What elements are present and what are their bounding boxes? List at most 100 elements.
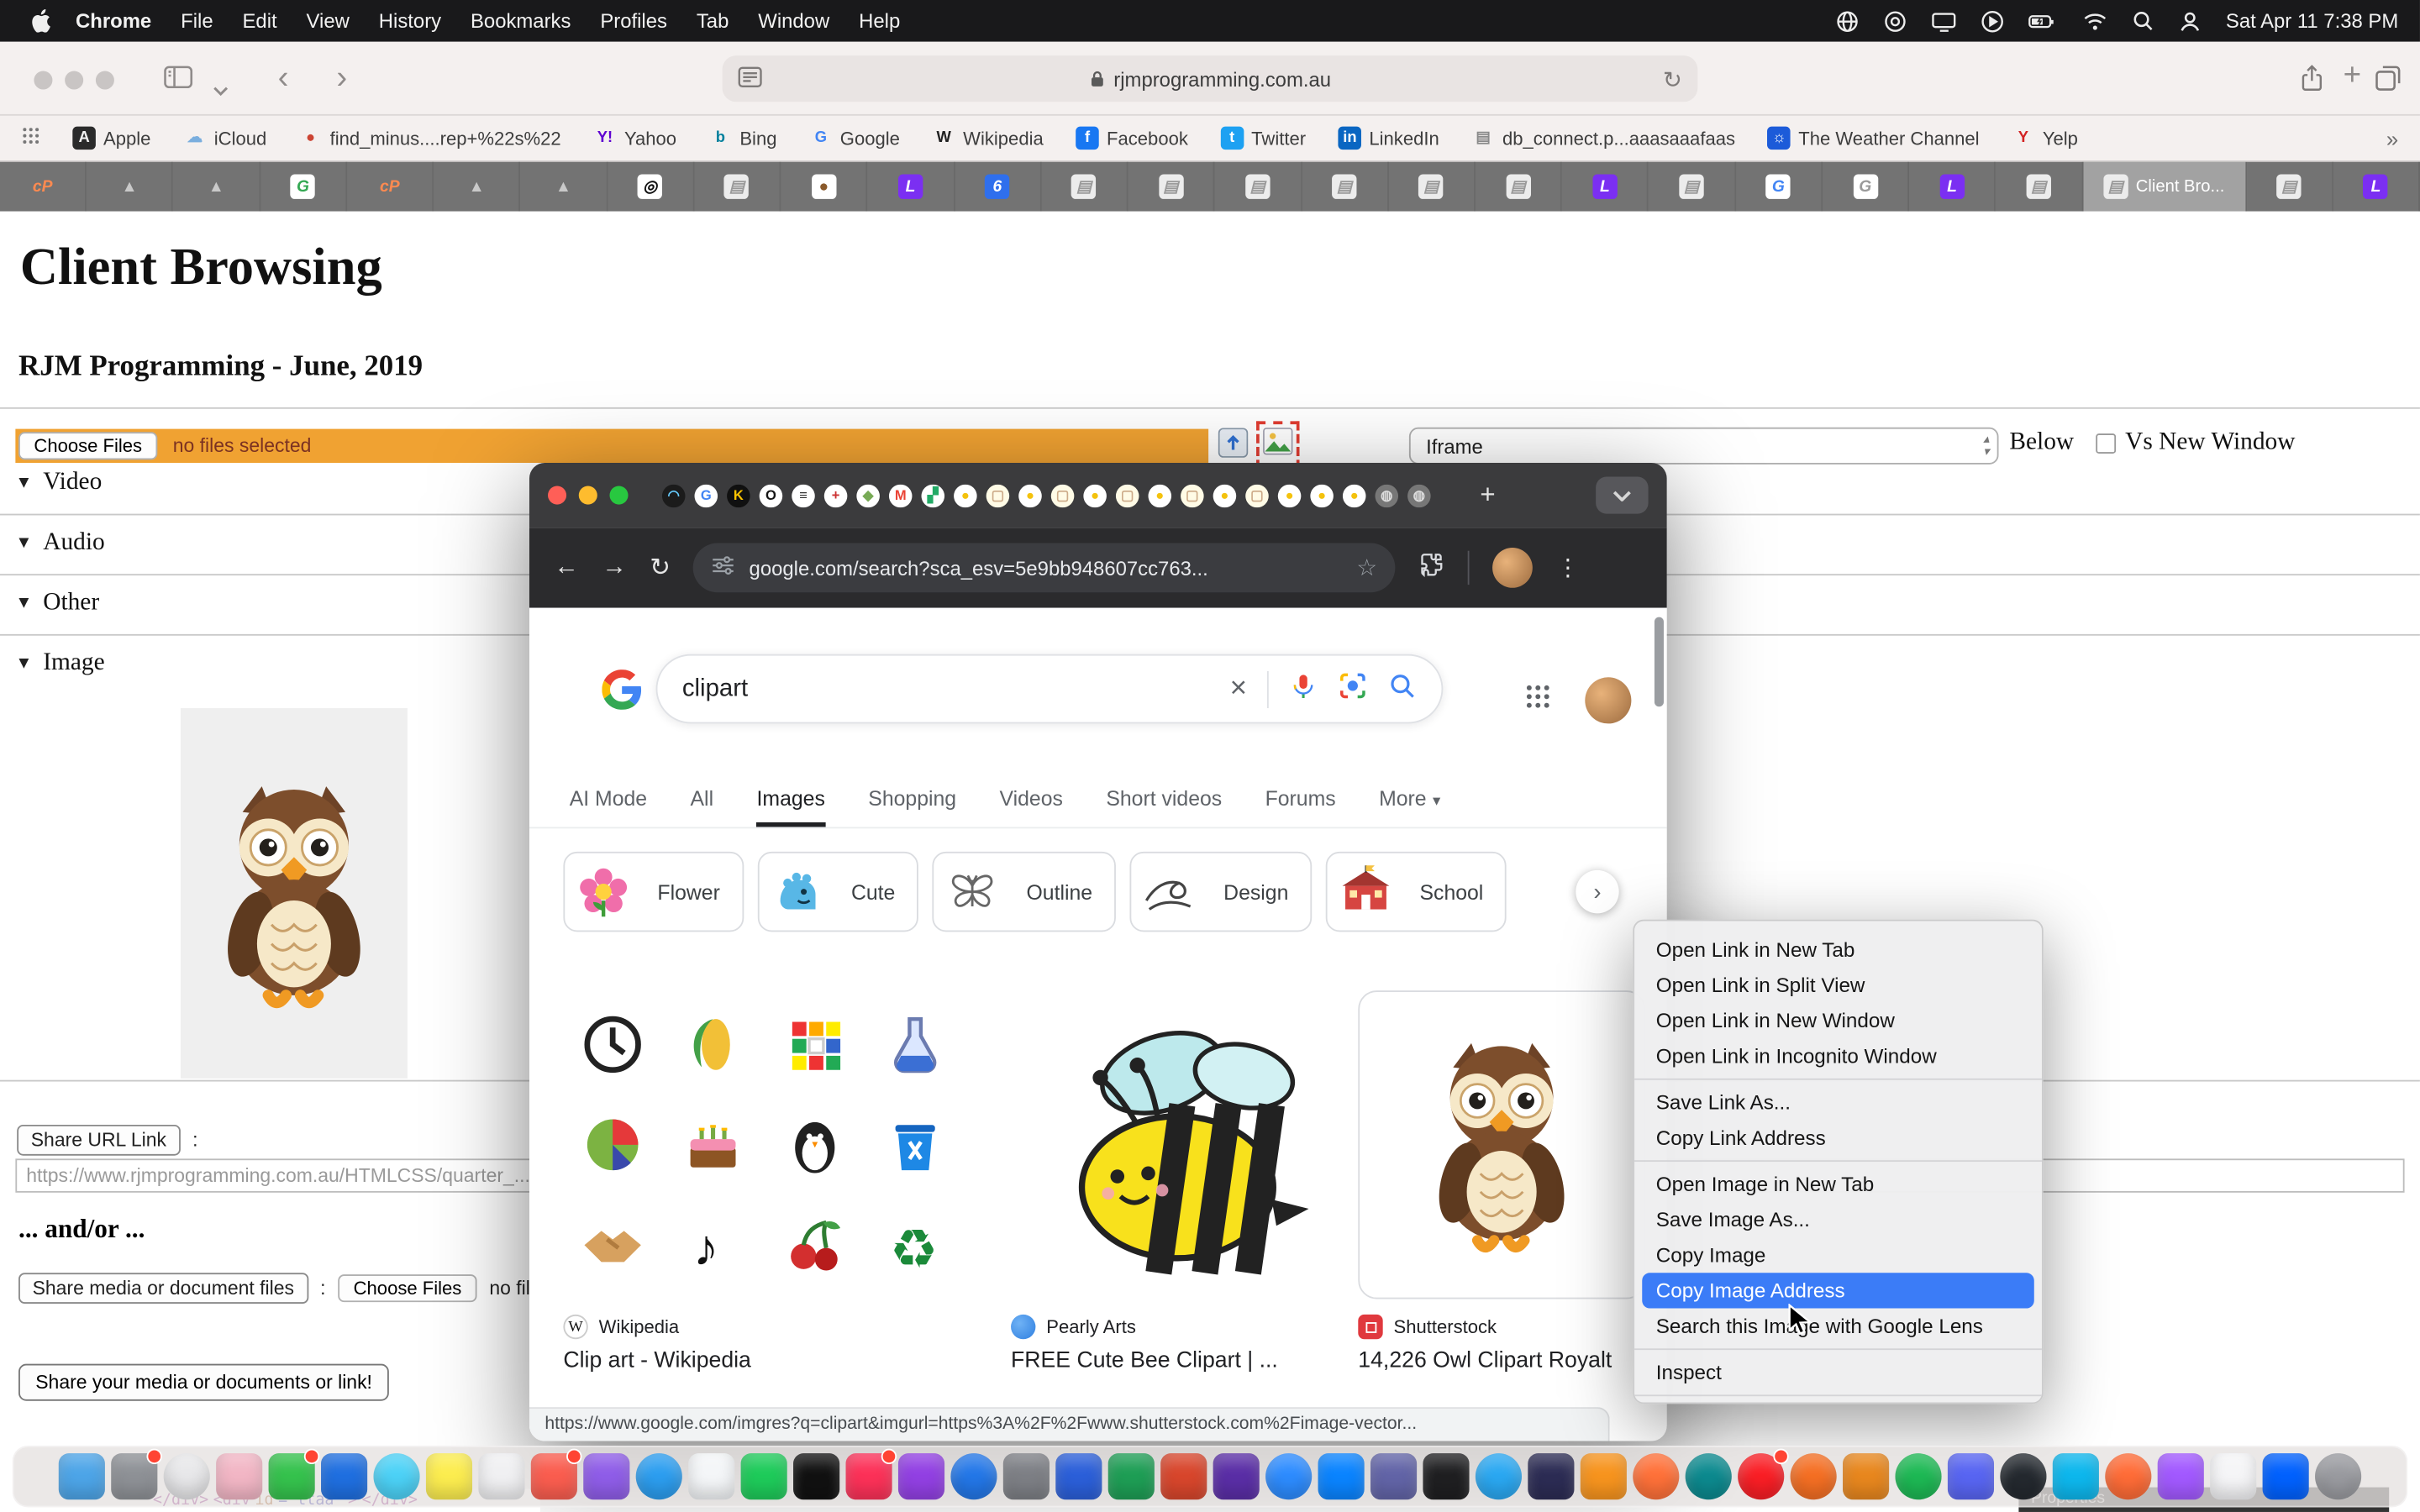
dock-app-icon[interactable] — [164, 1453, 210, 1499]
back-icon[interactable]: ‹ — [278, 63, 289, 94]
menubar-item[interactable]: View — [307, 9, 350, 33]
browser-tab[interactable]: ▤ — [1215, 162, 1302, 212]
context-menu-item[interactable]: Save Link As... — [1634, 1084, 2042, 1120]
browser-tab[interactable]: ● — [781, 162, 868, 212]
popup-tab-favicon[interactable]: ● — [1343, 484, 1366, 507]
popup-tab-favicon[interactable]: ◍ — [1407, 484, 1431, 507]
chips-scroll-chevron-icon[interactable]: › — [1576, 870, 1618, 913]
browser-tab[interactable]: ▤ — [2247, 162, 2333, 212]
browser-tab[interactable]: ▤ — [1128, 162, 1215, 212]
image-thumbnail-icon[interactable] — [1256, 421, 1299, 469]
browser-tab[interactable]: ▲ — [87, 162, 173, 212]
bookmark-item[interactable]: Y Yelp — [2012, 127, 2078, 150]
browser-tab-active[interactable]: ▤ Client Bro... — [2083, 162, 2247, 212]
search-box[interactable]: clipart × — [656, 654, 1444, 724]
browser-tab[interactable]: ▤ — [694, 162, 781, 212]
browser-tab[interactable]: L — [1562, 162, 1649, 212]
sidebar-chevron-icon[interactable] — [213, 72, 228, 103]
battery-icon[interactable] — [2028, 8, 2060, 33]
dock-app-icon[interactable] — [2210, 1453, 2256, 1499]
dock-app-icon[interactable] — [1791, 1453, 1837, 1499]
result-tab[interactable]: Images — [757, 787, 825, 827]
popup-tab-favicon[interactable]: ● — [1018, 484, 1042, 507]
popup-tab-favicon[interactable]: ▢ — [986, 484, 1010, 507]
popup-tab-favicon[interactable]: ◍ — [1375, 484, 1398, 507]
google-logo[interactable] — [602, 669, 642, 717]
browser-tab[interactable]: L — [868, 162, 955, 212]
site-settings-icon[interactable] — [712, 554, 735, 581]
chip-cute[interactable]: Cute — [757, 852, 918, 932]
section-video[interactable]: ▼Video — [15, 469, 102, 496]
choose-files-button[interactable]: Choose Files — [18, 432, 157, 459]
bookmark-item[interactable]: W Wikipedia — [932, 127, 1043, 150]
browser-tab[interactable]: L — [1909, 162, 1996, 212]
dock-app-icon[interactable] — [1528, 1453, 1574, 1499]
menubar-item[interactable]: Edit — [243, 9, 277, 33]
dock-app-icon[interactable] — [478, 1453, 524, 1499]
menubar-item[interactable]: Help — [859, 9, 900, 33]
browser-tab[interactable]: ▲ — [434, 162, 520, 212]
apple-menu[interactable] — [31, 9, 51, 33]
browser-tab[interactable]: cP — [0, 162, 87, 212]
bookmark-item[interactable]: Y! Yahoo — [593, 127, 676, 150]
popup-tab-favicon[interactable]: ▢ — [1116, 484, 1139, 507]
dock-app-icon[interactable] — [1370, 1453, 1417, 1499]
popup-tab-favicon[interactable]: ● — [954, 484, 977, 507]
result-title[interactable]: Clip art - Wikipedia — [563, 1348, 965, 1373]
dock-app-icon[interactable] — [1160, 1453, 1207, 1499]
extensions-icon[interactable] — [1419, 551, 1445, 585]
dock-app-icon[interactable] — [950, 1453, 997, 1499]
forward-icon[interactable]: › — [336, 63, 347, 94]
result-title[interactable]: FREE Cute Bee Clipart | ... — [1011, 1348, 1344, 1373]
result-card-owl[interactable]: Shutterstock 14,226 Owl Clipart Royalt — [1358, 990, 1645, 1373]
zoom-window-icon[interactable] — [609, 486, 628, 505]
context-menu-item[interactable]: Copy Image — [1634, 1237, 2042, 1273]
popup-tab-favicon[interactable]: ▢ — [1181, 484, 1204, 507]
dock-app-icon[interactable] — [688, 1453, 734, 1499]
context-menu-item[interactable]: Open Link in Split View — [1634, 968, 2042, 1003]
popup-tab-favicon[interactable]: ● — [1213, 484, 1237, 507]
search-submit-icon[interactable] — [1387, 670, 1417, 707]
bookmark-item[interactable]: A Apple — [72, 127, 150, 150]
dock-app-icon[interactable] — [898, 1453, 944, 1499]
bookmark-item[interactable]: in LinkedIn — [1339, 127, 1439, 150]
bookmarks-grid-icon[interactable] — [22, 127, 40, 150]
bookmark-star-icon[interactable]: ☆ — [1356, 554, 1377, 581]
dock-app-icon[interactable] — [2053, 1453, 2099, 1499]
result-tab[interactable]: Shopping — [868, 787, 956, 827]
dock-app-icon[interactable] — [846, 1453, 892, 1499]
new-tab-plus-icon[interactable]: + — [1480, 480, 1495, 511]
result-tab[interactable]: AI Mode — [570, 787, 647, 827]
menubar-item[interactable]: Tab — [697, 9, 729, 33]
menubar-item[interactable]: File — [181, 9, 213, 33]
bookmark-item[interactable]: G Google — [809, 127, 900, 150]
display-icon[interactable] — [1931, 8, 1957, 33]
dock-app-icon[interactable] — [1055, 1453, 1102, 1499]
dock-app-icon[interactable] — [1895, 1453, 1941, 1499]
dock-app-icon[interactable] — [1843, 1453, 1889, 1499]
address-bar[interactable]: google.com/search?sca_esv=5e9bb948607cc7… — [693, 543, 1396, 593]
profile-avatar[interactable] — [1493, 548, 1534, 588]
browser-tab[interactable]: ▤ — [1649, 162, 1735, 212]
section-other[interactable]: ▼Other — [15, 590, 99, 617]
browser-tab[interactable]: ▤ — [1041, 162, 1128, 212]
tab-search-chevron-icon[interactable] — [1596, 477, 1648, 514]
wifi-icon[interactable] — [2082, 10, 2108, 32]
popup-tab-favicon[interactable]: ▢ — [1051, 484, 1075, 507]
dock-app-icon[interactable] — [1633, 1453, 1679, 1499]
dock-app-icon[interactable] — [1265, 1453, 1312, 1499]
back-icon[interactable]: ← — [554, 554, 578, 581]
dock-app-icon[interactable] — [1738, 1453, 1784, 1499]
context-menu-item[interactable]: Copy Image Address — [1642, 1273, 2034, 1308]
dock-app-icon[interactable] — [216, 1453, 262, 1499]
menu-kebab-icon[interactable]: ⋮ — [1556, 554, 1580, 581]
window-controls[interactable] — [34, 70, 126, 97]
spotlight-search-icon[interactable] — [2132, 9, 2155, 33]
context-menu-item[interactable]: Search this Image with Google Lens — [1634, 1309, 2042, 1344]
bookmark-item[interactable]: ☁ iCloud — [183, 127, 266, 150]
browser-tab[interactable]: ◎ — [608, 162, 694, 212]
dock-app-icon[interactable] — [426, 1453, 472, 1499]
bookmark-item[interactable]: ● find_minus....rep+%22s%22 — [299, 127, 561, 150]
choose-files-button-2[interactable]: Choose Files — [338, 1274, 476, 1302]
playback-icon[interactable] — [1981, 8, 2005, 33]
